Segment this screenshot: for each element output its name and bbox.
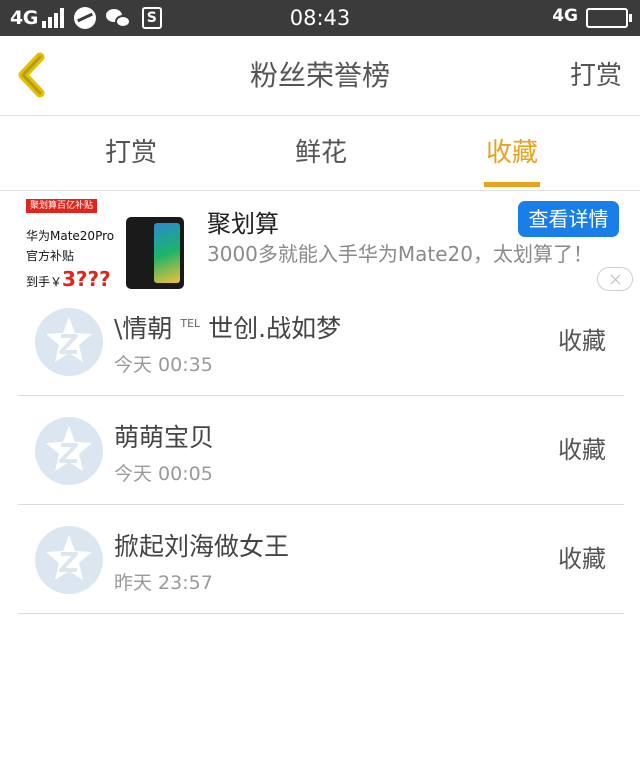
list-item[interactable]: 掀起刘海做女王 昨天 23:57 收藏	[18, 505, 624, 614]
star-z-icon	[46, 426, 92, 471]
ad-tag: 聚划算百亿补贴	[26, 199, 98, 213]
ad-description: 3000多就能入手华为Mate20，太划算了！	[207, 242, 594, 266]
page-title: 粉丝荣誉榜	[249, 59, 390, 92]
action-label: 收藏	[558, 327, 606, 355]
active-tab-indicator	[484, 182, 540, 187]
ad-image[interactable]: 聚划算百亿补贴 华为Mate20Pro 官方补贴 到手￥3???	[26, 199, 190, 291]
tab-flowers[interactable]: 鲜花	[281, 117, 361, 191]
list-item[interactable]: 萌萌宝贝 今天 00:05 收藏	[18, 396, 624, 505]
tab-favorites[interactable]: 收藏	[478, 117, 546, 191]
action-label: 收藏	[558, 436, 606, 464]
user-name: 掀起刘海做女王	[114, 532, 290, 561]
ad-banner[interactable]: 聚划算百亿补贴 华为Mate20Pro 官方补贴 到手￥3??? 聚划算 查看详…	[0, 192, 640, 296]
user-name: 萌萌宝贝	[114, 423, 215, 452]
action-label: 收藏	[558, 545, 606, 573]
user-name: \情朝 TEL 世创.战如梦	[114, 314, 342, 343]
list-item[interactable]: \情朝 TEL 世创.战如梦 今天 00:35 收藏	[18, 287, 624, 396]
star-z-icon	[46, 317, 92, 362]
network-type-right: 4G	[552, 6, 578, 26]
favorites-list: \情朝 TEL 世创.战如梦 今天 00:35 收藏 萌萌宝贝 今天 00:05…	[18, 287, 624, 614]
battery-icon	[586, 8, 632, 28]
view-details-button[interactable]: 查看详情	[518, 201, 619, 237]
avatar	[35, 526, 103, 594]
clock: 08:43	[289, 6, 351, 30]
page-header: 粉丝荣誉榜 打赏	[0, 36, 640, 116]
avatar	[35, 417, 103, 485]
avatar	[35, 308, 103, 376]
status-bar: 4G S 08:43 4G	[0, 0, 640, 36]
reward-button[interactable]: 打赏	[570, 36, 622, 116]
ad-title: 聚划算	[207, 210, 279, 238]
tab-reward[interactable]: 打赏	[91, 117, 171, 191]
phone-image	[126, 217, 184, 289]
timestamp: 今天 00:05	[114, 463, 213, 485]
tab-bar: 打赏 鲜花 收藏	[0, 117, 640, 191]
star-z-icon	[46, 535, 92, 580]
timestamp: 今天 00:35	[114, 354, 213, 376]
timestamp: 昨天 23:57	[114, 572, 213, 594]
